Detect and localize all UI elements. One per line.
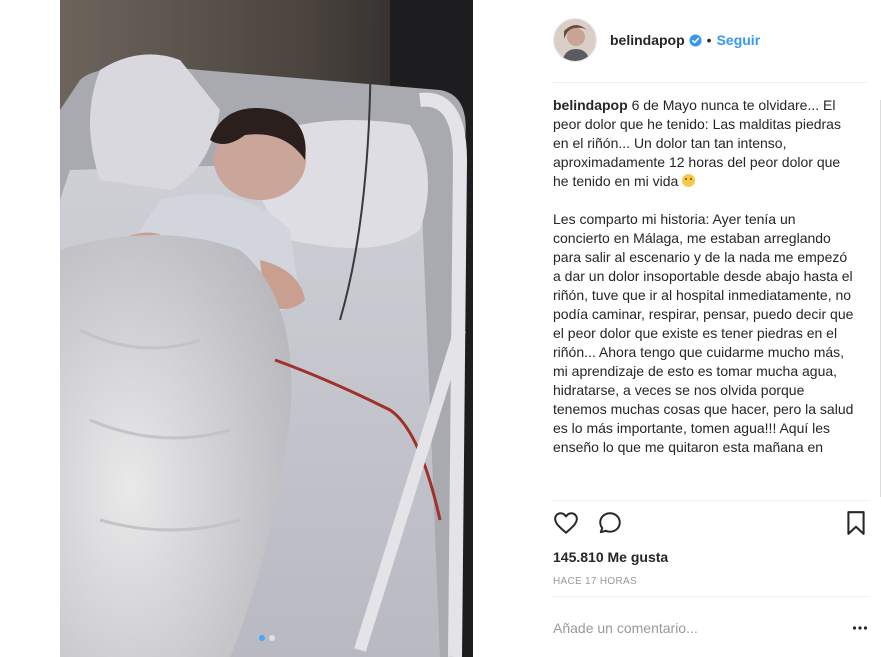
- comment-box: [553, 612, 868, 644]
- header-divider: [553, 82, 868, 83]
- post-timestamp[interactable]: HACE 17 HORAS: [553, 576, 637, 587]
- avatar[interactable]: [553, 18, 597, 62]
- separator-dot: •: [706, 32, 712, 48]
- verified-badge-icon: [689, 33, 702, 47]
- caption: belindapop 6 de Mayo nunca te olvidare..…: [553, 96, 856, 496]
- post-side-panel: belindapop • Seguir belindapop 6 de Mayo…: [553, 0, 868, 657]
- carousel-indicator: [60, 635, 473, 641]
- action-bar: [553, 510, 868, 540]
- caption-paragraph-1: belindapop 6 de Mayo nunca te olvidare..…: [553, 96, 856, 191]
- post-header: belindapop • Seguir: [553, 15, 868, 65]
- more-dots-icon[interactable]: [852, 620, 868, 636]
- heart-icon[interactable]: [553, 510, 579, 536]
- hospital-bed-photo: [60, 0, 473, 657]
- comment-divider: [553, 596, 868, 597]
- follow-button[interactable]: Seguir: [717, 32, 761, 48]
- carousel-dot-2[interactable]: [268, 635, 275, 641]
- likes-count[interactable]: 145.810 Me gusta: [553, 549, 668, 565]
- caption-username[interactable]: belindapop: [553, 97, 628, 113]
- carousel-dot-1[interactable]: [258, 635, 265, 641]
- post-photo[interactable]: [60, 0, 473, 657]
- comment-bubble-icon[interactable]: [597, 510, 623, 536]
- username-link[interactable]: belindapop: [610, 32, 685, 48]
- bookmark-icon[interactable]: [844, 510, 868, 536]
- comment-input[interactable]: [553, 620, 833, 636]
- caption-paragraph-2: Les comparto mi historia: Ayer tenía un …: [553, 211, 854, 455]
- caption-divider: [553, 500, 868, 501]
- grinning-emoji-icon: [682, 174, 696, 187]
